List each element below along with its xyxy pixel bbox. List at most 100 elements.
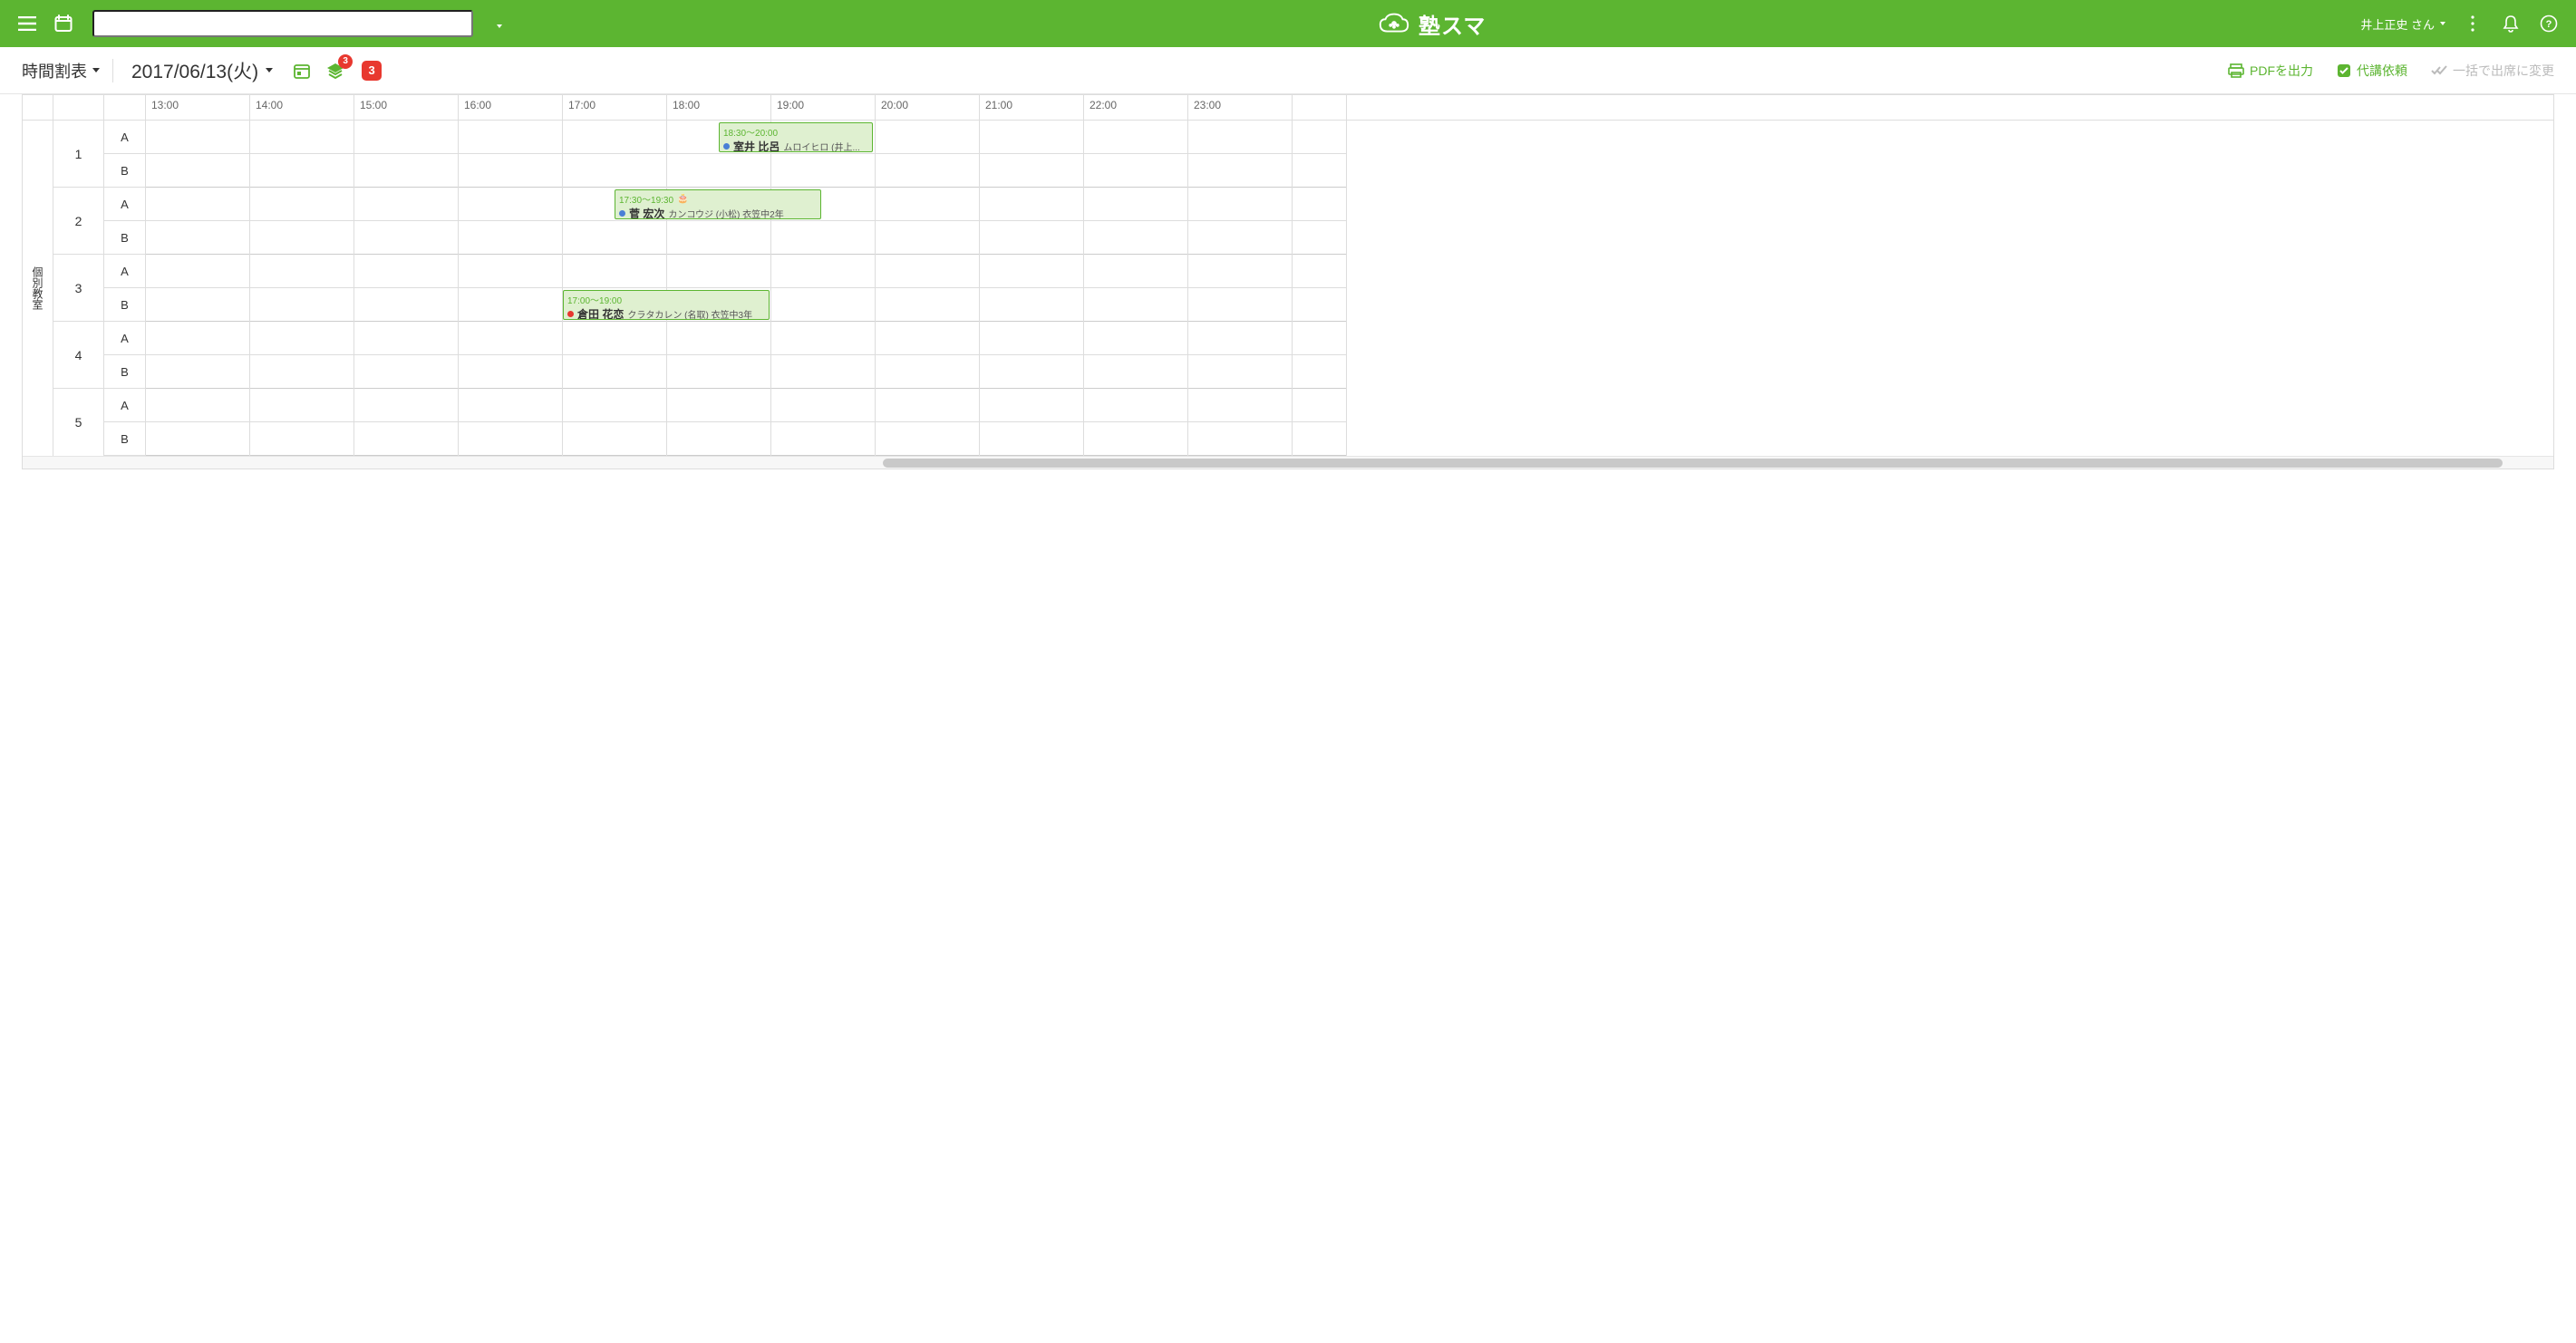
grid-cell[interactable]	[667, 422, 770, 456]
grid-cell[interactable]	[563, 121, 666, 154]
grid-cell[interactable]	[146, 221, 249, 255]
grid-cell[interactable]	[980, 322, 1083, 355]
grid-cell[interactable]	[980, 389, 1083, 422]
grid-cell[interactable]	[354, 255, 458, 288]
grid-cell[interactable]	[459, 154, 562, 188]
grid-cell[interactable]	[876, 255, 979, 288]
menu-icon[interactable]	[16, 13, 38, 34]
grid-cell[interactable]	[250, 355, 353, 389]
grid-cell[interactable]	[563, 221, 666, 255]
grid-cell[interactable]	[146, 121, 249, 154]
grid-cell[interactable]	[1188, 221, 1292, 255]
grid-cell[interactable]	[1084, 154, 1187, 188]
grid-cell[interactable]	[354, 154, 458, 188]
grid-cell[interactable]	[250, 188, 353, 221]
grid-cell[interactable]	[250, 221, 353, 255]
grid-cell[interactable]	[354, 188, 458, 221]
grid-cell[interactable]	[459, 322, 562, 355]
grid-cell[interactable]	[667, 389, 770, 422]
calendar-icon[interactable]	[53, 13, 74, 34]
schedule-event[interactable]: 18:30～20:00室井 比呂 ムロイヒロ (井上...	[719, 122, 873, 152]
search-input[interactable]	[92, 10, 473, 37]
grid-cell[interactable]	[876, 422, 979, 456]
grid-cell[interactable]	[146, 288, 249, 322]
grid-cell[interactable]	[1084, 188, 1187, 221]
grid-cell[interactable]	[771, 288, 875, 322]
schedule-event[interactable]: 17:30～19:30 🎂菅 宏次 カンコウジ (小松) 衣笠中2年	[615, 189, 821, 219]
grid-cell[interactable]	[667, 221, 770, 255]
user-menu[interactable]: 井上正史 さん	[2360, 15, 2445, 33]
substitute-request-button[interactable]: 代講依頼	[2337, 62, 2407, 80]
grid-cell[interactable]	[1188, 188, 1292, 221]
bulk-attendance-button[interactable]: 一括で出席に変更	[2431, 62, 2554, 80]
grid-cell[interactable]	[354, 288, 458, 322]
grid-cell[interactable]	[563, 255, 666, 288]
grid-cell[interactable]	[667, 154, 770, 188]
grid-cell[interactable]	[354, 221, 458, 255]
grid-cell[interactable]	[459, 221, 562, 255]
grid-cell[interactable]	[1188, 154, 1292, 188]
grid-cell[interactable]	[146, 355, 249, 389]
grid-cell[interactable]	[250, 255, 353, 288]
grid-cell[interactable]	[771, 422, 875, 456]
grid-cell[interactable]	[980, 255, 1083, 288]
grid-cell[interactable]	[354, 121, 458, 154]
date-selector[interactable]: 2017/06/13(火)	[131, 57, 273, 84]
grid-cell[interactable]	[667, 355, 770, 389]
grid-cell[interactable]	[876, 154, 979, 188]
grid-cell[interactable]	[980, 288, 1083, 322]
grid-cell[interactable]	[250, 121, 353, 154]
grid-cell[interactable]	[1084, 422, 1187, 456]
scroll-thumb[interactable]	[883, 459, 2503, 468]
grid-cell[interactable]	[980, 355, 1083, 389]
grid-cell[interactable]	[876, 355, 979, 389]
grid-cell[interactable]	[876, 389, 979, 422]
grid-cell[interactable]	[980, 121, 1083, 154]
grid-cell[interactable]	[876, 121, 979, 154]
grid-cell[interactable]	[1084, 221, 1187, 255]
view-selector[interactable]: 時間割表	[22, 59, 113, 82]
bell-icon[interactable]	[2500, 13, 2522, 34]
grid-cell[interactable]	[1084, 355, 1187, 389]
help-icon[interactable]: ?	[2538, 13, 2560, 34]
grid-cell[interactable]	[250, 422, 353, 456]
grid-cell[interactable]	[563, 355, 666, 389]
stack-icon[interactable]: 3	[325, 62, 345, 80]
grid-cell[interactable]	[876, 288, 979, 322]
grid-cell[interactable]	[250, 389, 353, 422]
grid-cell[interactable]	[146, 422, 249, 456]
grid-cell[interactable]	[563, 389, 666, 422]
notification-badge[interactable]: 3	[362, 61, 382, 81]
today-icon[interactable]	[293, 62, 311, 80]
grid-cell[interactable]	[146, 188, 249, 221]
schedule-event[interactable]: 17:00～19:00倉田 花恋 クラタカレン (名取) 衣笠中3年	[563, 290, 770, 320]
grid-cell[interactable]	[354, 322, 458, 355]
grid-cell[interactable]	[459, 288, 562, 322]
grid-cell[interactable]	[1188, 255, 1292, 288]
grid-cell[interactable]	[876, 322, 979, 355]
grid-cell[interactable]	[354, 422, 458, 456]
grid-cell[interactable]	[250, 154, 353, 188]
grid-cell[interactable]	[250, 288, 353, 322]
grid-cell[interactable]	[459, 255, 562, 288]
grid-cell[interactable]	[1084, 121, 1187, 154]
grid-cell[interactable]	[1188, 121, 1292, 154]
grid-cell[interactable]	[1188, 355, 1292, 389]
grid-cell[interactable]	[459, 389, 562, 422]
grid-cell[interactable]	[459, 121, 562, 154]
grid-cell[interactable]	[667, 255, 770, 288]
grid-cell[interactable]	[771, 322, 875, 355]
grid-cell[interactable]	[146, 322, 249, 355]
grid-cell[interactable]	[563, 322, 666, 355]
grid-cell[interactable]	[980, 154, 1083, 188]
grid-cell[interactable]	[1188, 288, 1292, 322]
grid-cell[interactable]	[1188, 422, 1292, 456]
grid-cell[interactable]	[563, 154, 666, 188]
horizontal-scrollbar[interactable]	[23, 456, 2553, 469]
grid-cell[interactable]	[667, 322, 770, 355]
pdf-export-button[interactable]: PDFを出力	[2228, 62, 2313, 80]
grid-cell[interactable]	[980, 422, 1083, 456]
grid-cell[interactable]	[1188, 389, 1292, 422]
grid-cell[interactable]	[876, 188, 979, 221]
grid-cell[interactable]	[1084, 255, 1187, 288]
